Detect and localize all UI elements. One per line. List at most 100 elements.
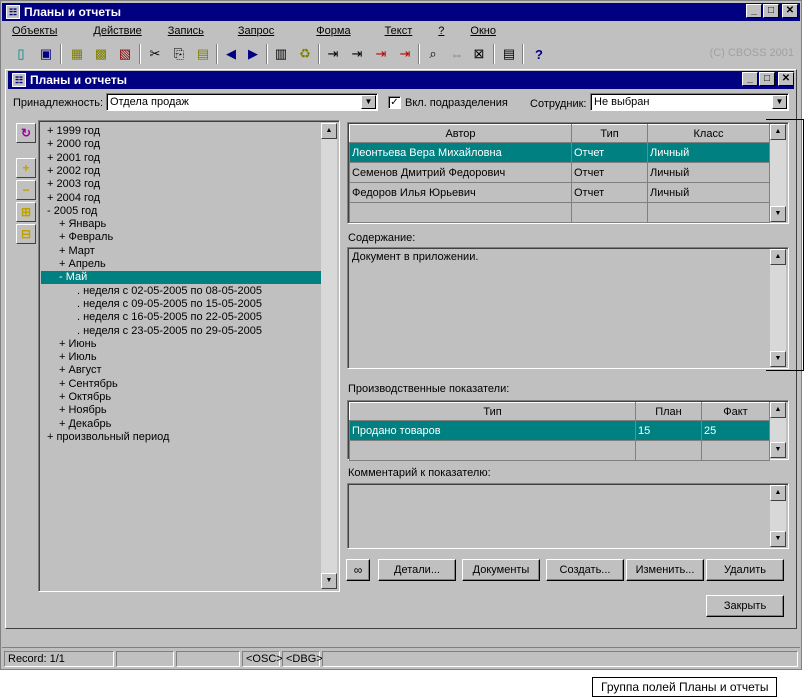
- cell-class[interactable]: Личный: [647, 182, 770, 203]
- cell-class[interactable]: [647, 202, 770, 223]
- tree-node[interactable]: + 1999 год: [41, 125, 321, 138]
- child-close-button[interactable]: ✕: [778, 72, 794, 86]
- col-fact[interactable]: Факт: [701, 402, 770, 421]
- cell-author[interactable]: Семенов Дмитрий Федорович: [349, 162, 572, 183]
- cell-type[interactable]: Отчет: [571, 142, 648, 163]
- cell-fact[interactable]: [701, 440, 770, 461]
- tree-node[interactable]: + 2003 год: [41, 178, 321, 191]
- tree-scrollbar[interactable]: ▲ ▼: [321, 123, 337, 589]
- go-next-icon[interactable]: ⇥: [346, 43, 368, 65]
- tree-node[interactable]: + Август: [41, 364, 321, 377]
- comment-scrollbar[interactable]: ▲ ▼: [770, 485, 786, 547]
- delete-record-icon[interactable]: ▧: [114, 43, 136, 65]
- content-memo[interactable]: Документ в приложении.: [349, 249, 769, 367]
- tree-node[interactable]: + Февраль: [41, 231, 321, 244]
- clipboard-icon[interactable]: ▥: [270, 43, 292, 65]
- find-record-icon[interactable]: ▩: [90, 43, 112, 65]
- copy-icon[interactable]: ⎘: [168, 43, 190, 65]
- binoculars-icon[interactable]: ⌕: [422, 43, 444, 65]
- tree-node[interactable]: . неделя с 16-05-2005 по 22-05-2005: [41, 311, 321, 324]
- indicators-scrollbar[interactable]: ▲ ▼: [770, 402, 786, 458]
- tree-node[interactable]: + 2001 год: [41, 152, 321, 165]
- belongs-combo[interactable]: Отдела продаж ▼: [106, 93, 378, 111]
- create-button[interactable]: Создать...: [546, 559, 624, 581]
- table-row[interactable]: Федоров Илья Юрьевич Отчет Личный: [349, 182, 770, 203]
- menu-window[interactable]: Окно: [454, 25, 506, 37]
- cell-fact[interactable]: 25: [701, 420, 770, 441]
- details-button[interactable]: Детали...: [378, 559, 456, 581]
- menu-query[interactable]: Запрос: [214, 25, 284, 37]
- tree-node[interactable]: + 2002 год: [41, 165, 321, 178]
- save-icon[interactable]: ▣: [35, 43, 57, 65]
- table-row[interactable]: Леонтьева Вера Михайловна Отчет Личный: [349, 142, 770, 163]
- cell-author[interactable]: [349, 202, 572, 223]
- col-author[interactable]: Автор: [349, 124, 572, 143]
- minimize-button[interactable]: _: [746, 4, 762, 18]
- join-arrow-icon[interactable]: ⇔: [446, 43, 468, 65]
- remove-node-icon[interactable]: −: [16, 180, 36, 200]
- tree-node[interactable]: + Сентябрь: [41, 378, 321, 391]
- maximize-button[interactable]: □: [763, 4, 779, 18]
- tree-node[interactable]: + произвольный период: [41, 431, 321, 444]
- cell-type[interactable]: Отчет: [571, 162, 648, 183]
- scroll-down-icon[interactable]: ▼: [321, 573, 337, 589]
- help-question-icon[interactable]: ?: [528, 43, 550, 65]
- cell-indicator-type[interactable]: Продано товаров: [349, 420, 636, 441]
- cell-class[interactable]: Личный: [647, 142, 770, 163]
- refresh-icon[interactable]: ↻: [16, 123, 36, 143]
- table-row[interactable]: [349, 440, 770, 461]
- employee-combo[interactable]: Не выбран ▼: [590, 93, 789, 111]
- menu-text[interactable]: Текст: [361, 25, 423, 37]
- col-class[interactable]: Класс: [647, 124, 770, 143]
- go-mark-icon[interactable]: ⇥: [370, 43, 392, 65]
- paste-icon[interactable]: ▤: [192, 43, 214, 65]
- chevron-down-icon[interactable]: ▼: [772, 95, 787, 109]
- tree-node[interactable]: + Март: [41, 245, 321, 258]
- child-minimize-button[interactable]: _: [742, 72, 758, 86]
- col-type[interactable]: Тип: [571, 124, 648, 143]
- col-plan[interactable]: План: [635, 402, 702, 421]
- tree-node[interactable]: - 2005 год: [41, 205, 321, 218]
- go-last-icon[interactable]: ⇥: [394, 43, 416, 65]
- exit-door-icon[interactable]: ▯: [10, 43, 32, 65]
- tree-node[interactable]: + Ноябрь: [41, 404, 321, 417]
- scroll-down-icon[interactable]: ▼: [770, 531, 786, 547]
- tree-node[interactable]: + 2000 год: [41, 138, 321, 151]
- delete-button[interactable]: Удалить: [706, 559, 784, 581]
- prev-arrow-icon[interactable]: ◀: [220, 43, 242, 65]
- scroll-up-icon[interactable]: ▲: [770, 402, 786, 418]
- tree-node[interactable]: . неделя с 09-05-2005 по 15-05-2005: [41, 298, 321, 311]
- tree-node[interactable]: - Май: [41, 271, 321, 285]
- new-record-icon[interactable]: ▦: [66, 43, 88, 65]
- menu-help[interactable]: ?: [422, 25, 454, 37]
- cell-type[interactable]: [571, 202, 648, 223]
- cell-plan[interactable]: 15: [635, 420, 702, 441]
- col-indicator-type[interactable]: Тип: [349, 402, 636, 421]
- tree-node[interactable]: + Декабрь: [41, 418, 321, 431]
- go-first-icon[interactable]: ⇥: [322, 43, 344, 65]
- trash-icon[interactable]: ♻: [294, 43, 316, 65]
- cell-indicator-type[interactable]: [349, 440, 636, 461]
- next-arrow-icon[interactable]: ▶: [242, 43, 264, 65]
- cell-plan[interactable]: [635, 440, 702, 461]
- scroll-down-icon[interactable]: ▼: [770, 442, 786, 458]
- add-node-icon[interactable]: +: [16, 158, 36, 178]
- cut-icon[interactable]: ✂: [144, 43, 166, 65]
- filter-icon[interactable]: ⊠: [468, 43, 490, 65]
- tree-node[interactable]: . неделя с 23-05-2005 по 29-05-2005: [41, 325, 321, 338]
- menu-form[interactable]: Форма: [284, 25, 360, 37]
- tree-node[interactable]: + Июль: [41, 351, 321, 364]
- cell-type[interactable]: Отчет: [571, 182, 648, 203]
- documents-button[interactable]: Документы: [462, 559, 540, 581]
- scroll-up-icon[interactable]: ▲: [321, 123, 337, 139]
- scroll-up-icon[interactable]: ▲: [770, 485, 786, 501]
- table-row[interactable]: [349, 202, 770, 223]
- table-row[interactable]: Продано товаров 15 25: [349, 420, 770, 441]
- collapse-all-icon[interactable]: ⊟: [16, 224, 36, 244]
- tree-node[interactable]: + Январь: [41, 218, 321, 231]
- cell-author[interactable]: Федоров Илья Юрьевич: [349, 182, 572, 203]
- table-row[interactable]: Семенов Дмитрий Федорович Отчет Личный: [349, 162, 770, 183]
- menu-record[interactable]: Запись: [152, 25, 214, 37]
- cell-author[interactable]: Леонтьева Вера Михайловна: [349, 142, 572, 163]
- tree-node[interactable]: + Июнь: [41, 338, 321, 351]
